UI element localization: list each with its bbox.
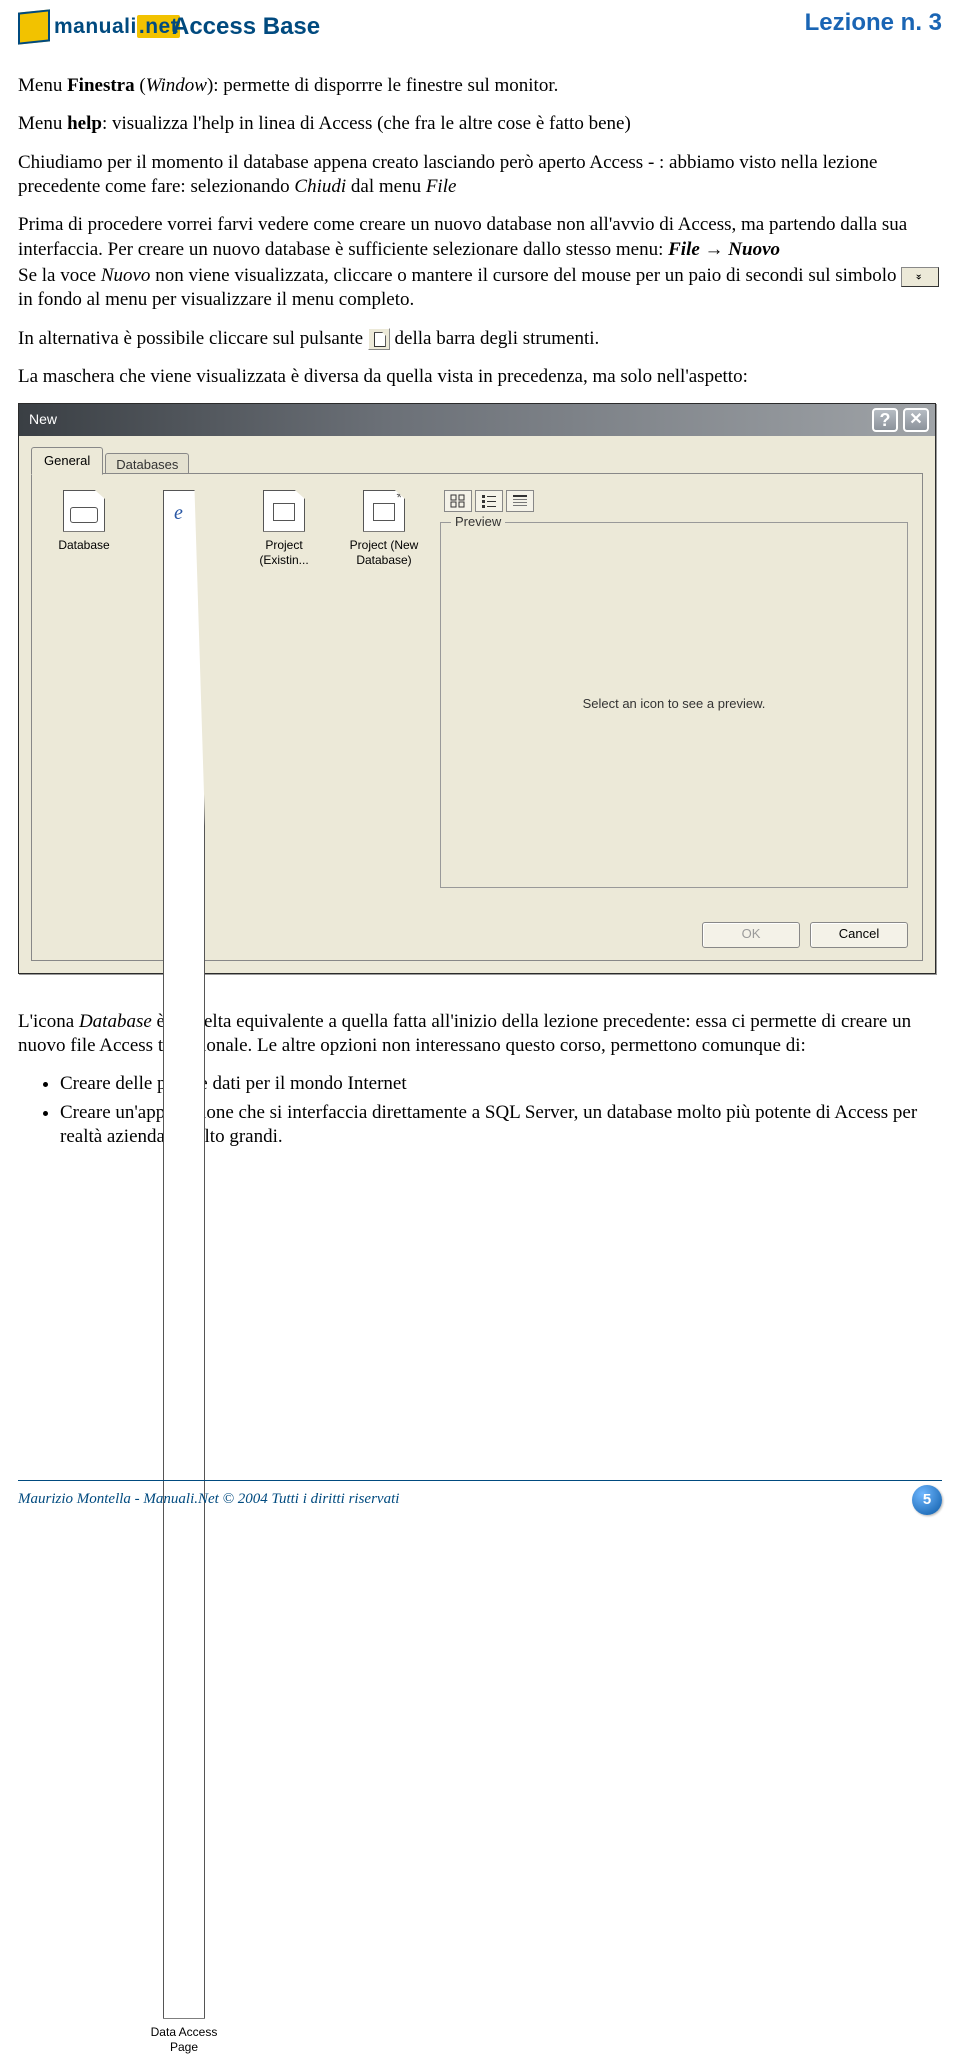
template-database[interactable]: Database: [46, 490, 122, 2055]
view-details-button[interactable]: [506, 490, 534, 512]
template-dap-label: Data Access Page: [146, 2025, 222, 2055]
data-access-page-file-icon: [163, 490, 205, 2019]
preview-legend: Preview: [451, 514, 505, 531]
dialog-title: New: [25, 411, 57, 429]
dialog-tabs: General Databases: [31, 446, 923, 474]
project-existing-file-icon: [263, 490, 305, 532]
template-project-existing[interactable]: Project (Existin...: [246, 490, 322, 2055]
paragraph-file-nuovo: Prima di procedere vorrei farvi vedere c…: [18, 213, 942, 262]
ok-button[interactable]: OK: [702, 922, 800, 948]
page-header: manuali.net Access Base Lezione n. 3: [18, 8, 942, 46]
template-proj-new-label: Project (New Database): [346, 538, 422, 569]
project-new-file-icon: [363, 490, 405, 532]
database-file-icon: [63, 490, 105, 532]
tab-general[interactable]: General: [31, 447, 103, 475]
preview-panel: Preview Select an icon to see a preview.: [440, 522, 908, 888]
footer-copyright: Maurizio Montella - Manuali.Net © 2004 T…: [18, 1490, 399, 1509]
page-number-badge: 5: [912, 1485, 942, 1515]
page-title: Access Base: [172, 12, 320, 43]
dialog-close-button[interactable]: ✕: [903, 408, 929, 432]
paragraph-menu-finestra: Menu Finestra (Window): permette di disp…: [18, 74, 942, 98]
paragraph-close-db: Chiudiamo per il momento il database app…: [18, 151, 942, 200]
template-icon-area: Database Data Access Page Project (Exist…: [46, 490, 422, 2055]
view-large-icons-button[interactable]: [444, 490, 472, 512]
template-database-label: Database: [46, 538, 122, 553]
site-logo: manuali.net: [18, 8, 158, 46]
page-footer: Maurizio Montella - Manuali.Net © 2004 T…: [18, 1480, 942, 1515]
lesson-number: Lezione n. 3: [805, 8, 942, 39]
menu-expand-chevron-icon: [901, 267, 939, 287]
dialog-titlebar: New ? ✕: [19, 404, 935, 436]
paragraph-menu-help: Menu help: visualizza l'help in linea di…: [18, 112, 942, 136]
new-document-toolbar-icon: [368, 328, 390, 350]
paragraph-mask-intro: La maschera che viene visualizzata è div…: [18, 365, 942, 389]
logo-brand-text: manuali: [54, 15, 137, 38]
template-proj-existing-label: Project (Existin...: [246, 538, 322, 569]
logo-icon: [18, 9, 50, 44]
preview-placeholder-text: Select an icon to see a preview.: [583, 696, 766, 713]
new-dialog-screenshot: New ? ✕ General Databases: [18, 403, 942, 974]
cancel-button[interactable]: Cancel: [810, 922, 908, 948]
paragraph-toolbar-button: In alternativa è possibile cliccare sul …: [18, 327, 942, 351]
view-mode-buttons: [444, 490, 908, 512]
view-list-button[interactable]: [475, 490, 503, 512]
template-project-new[interactable]: Project (New Database): [346, 490, 422, 2055]
template-data-access-page[interactable]: Data Access Page: [146, 490, 222, 2055]
paragraph-nuovo-chevron: Se la voce Nuovo non viene visualizzata,…: [18, 264, 942, 313]
dialog-help-button[interactable]: ?: [872, 408, 898, 432]
